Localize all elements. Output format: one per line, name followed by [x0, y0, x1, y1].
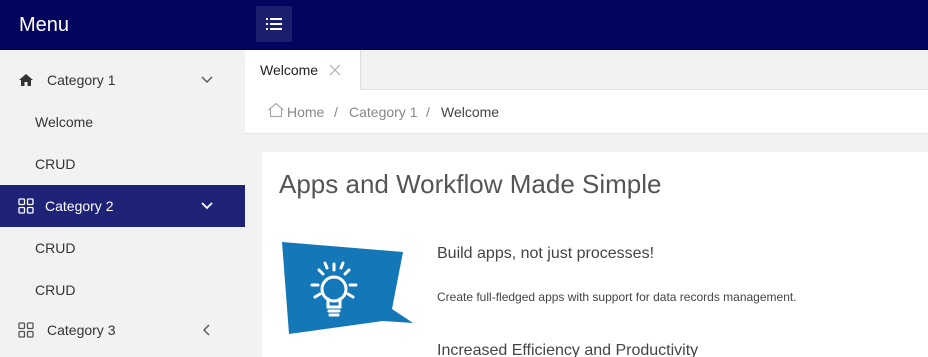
welcome-card: Apps and Workflow Made Simple Build apps…	[262, 152, 928, 357]
feature-description: Create full-fledged apps with support fo…	[437, 290, 797, 304]
home-icon	[19, 74, 33, 86]
breadcrumb-separator: /	[334, 104, 338, 120]
sidebar-item-crud[interactable]: CRUD	[0, 227, 245, 269]
breadcrumb-home[interactable]: Home	[287, 104, 324, 120]
menu-title: Menu	[19, 14, 70, 36]
sidebar-item-category-3[interactable]: Category 3	[0, 309, 245, 351]
lightbulb-idea-icon	[282, 242, 413, 334]
sidebar-item-crud[interactable]: CRUD	[0, 269, 245, 311]
tab-welcome[interactable]: Welcome	[245, 50, 361, 91]
menu-toggle-button[interactable]	[256, 6, 292, 42]
close-icon[interactable]	[329, 64, 341, 76]
sidebar-item-label: Category 1	[47, 72, 116, 88]
home-outline-icon[interactable]	[267, 102, 285, 118]
sidebar-item-category-1[interactable]: Category 1	[0, 59, 245, 101]
hamburger-icon	[266, 18, 282, 30]
tab-bar: Welcome	[245, 50, 928, 91]
feature-heading: Build apps, not just processes!	[437, 245, 655, 262]
sidebar-item-crud[interactable]: CRUD	[0, 143, 245, 185]
sidebar-item-label: CRUD	[35, 282, 76, 298]
breadcrumb-category[interactable]: Category 1	[349, 104, 417, 120]
top-bar: Menu	[0, 0, 928, 50]
chevron-down-icon	[201, 76, 213, 83]
sidebar-item-label: Category 2	[45, 198, 114, 214]
sidebar-item-category-2[interactable]: Category 2	[0, 185, 245, 227]
sidebar-item-label: Welcome	[35, 114, 94, 130]
breadcrumb-separator: /	[426, 104, 430, 120]
chevron-down-icon	[201, 202, 213, 210]
sidebar-item-label: CRUD	[35, 240, 76, 256]
page-title: Apps and Workflow Made Simple	[279, 169, 662, 199]
grid-icon	[18, 198, 34, 214]
breadcrumb-current: Welcome	[441, 104, 500, 120]
sidebar: Category 1 Welcome CRUD Category 2 CRUD …	[0, 50, 245, 357]
feature-heading: Increased Efficiency and Productivity	[437, 342, 699, 357]
breadcrumb: Home / Category 1 / Welcome	[245, 90, 928, 134]
sidebar-item-label: Category 3	[47, 322, 116, 338]
chevron-left-icon	[203, 324, 210, 336]
sidebar-item-label: CRUD	[35, 156, 76, 172]
tab-label: Welcome	[260, 62, 319, 78]
grid-icon	[18, 322, 34, 338]
sidebar-item-welcome[interactable]: Welcome	[0, 101, 245, 143]
